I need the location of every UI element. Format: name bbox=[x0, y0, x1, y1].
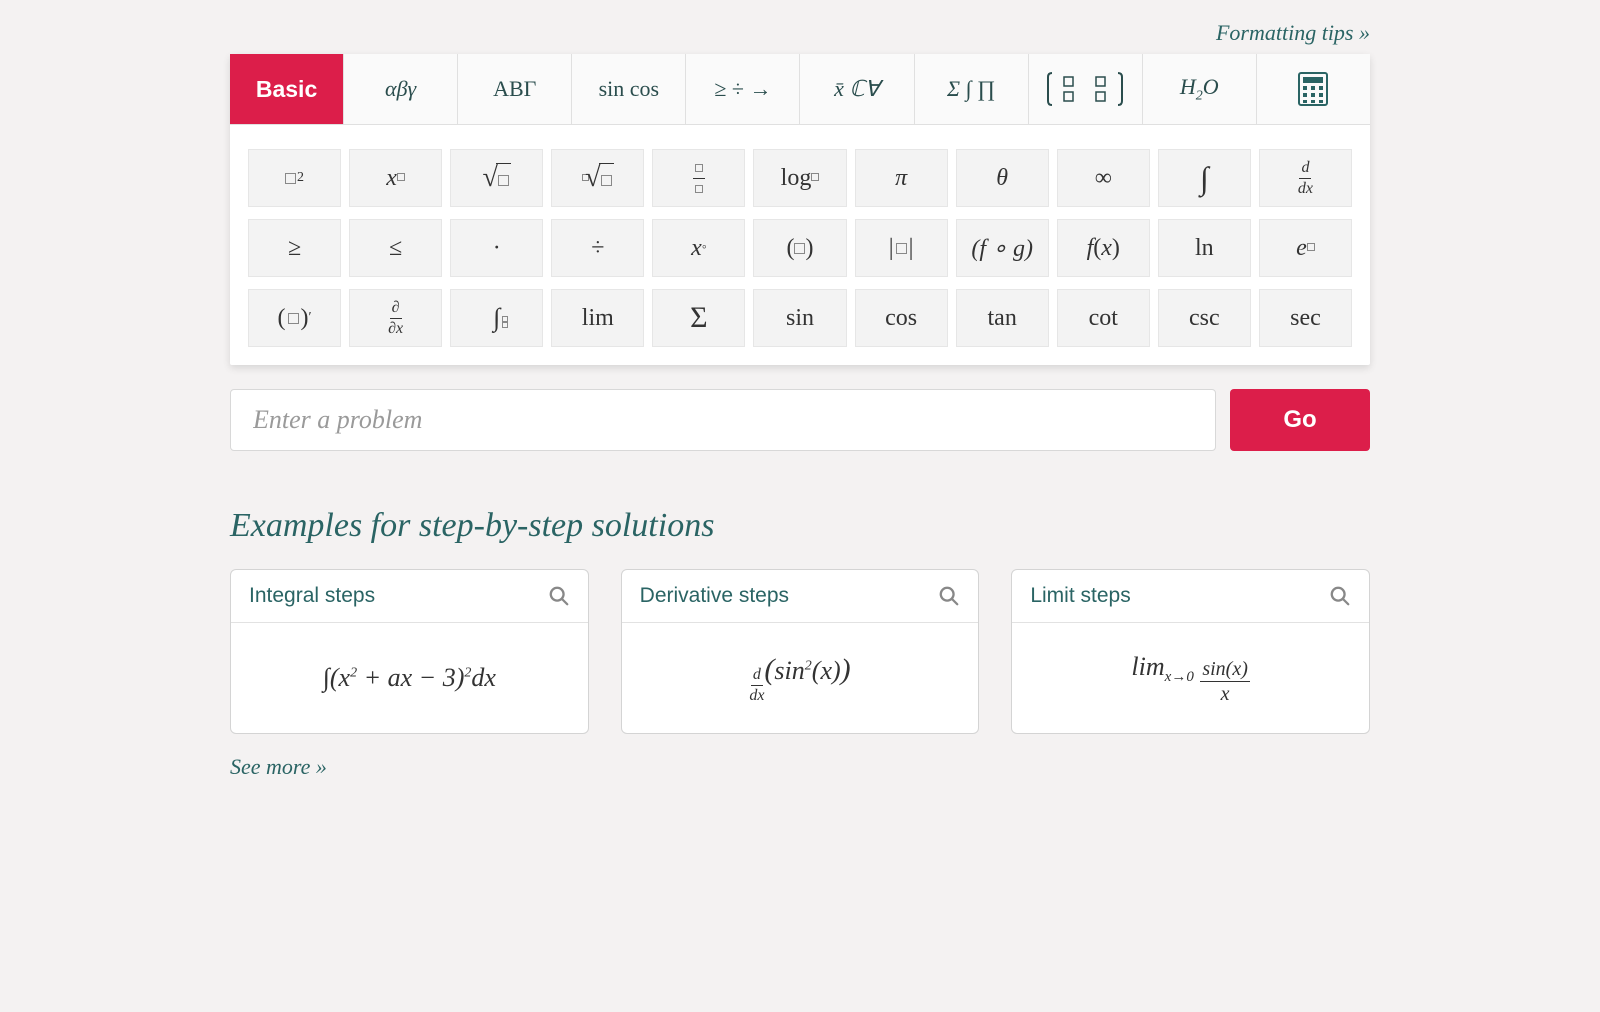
sym-gte[interactable]: ≥ bbox=[248, 219, 341, 277]
sym-sqrt[interactable]: √ bbox=[450, 149, 543, 207]
tab-greek-lower[interactable]: αβγ bbox=[344, 54, 458, 124]
example-integral[interactable]: Integral steps ∫(x2 + ax − 3)2dx bbox=[230, 569, 589, 734]
sym-tan[interactable]: tan bbox=[956, 289, 1049, 347]
tab-sets[interactable]: x̄ ℂ∀ bbox=[800, 54, 914, 124]
sym-lim[interactable]: lim bbox=[551, 289, 644, 347]
sym-exp[interactable]: e bbox=[1259, 219, 1352, 277]
tab-operators[interactable]: ≥ ÷ → bbox=[686, 54, 800, 124]
formatting-tips-link[interactable]: Formatting tips » bbox=[1216, 20, 1370, 45]
sym-nroot[interactable]: √ bbox=[551, 149, 644, 207]
sym-fraction[interactable] bbox=[652, 149, 745, 207]
examples-heading: Examples for step-by-step solutions bbox=[230, 507, 1370, 545]
sym-divide[interactable]: ÷ bbox=[551, 219, 644, 277]
tab-matrix[interactable] bbox=[1029, 54, 1143, 124]
sym-abs[interactable]: || bbox=[855, 219, 948, 277]
go-button[interactable]: Go bbox=[1230, 389, 1370, 451]
sym-fx[interactable]: f(x) bbox=[1057, 219, 1150, 277]
tab-trig[interactable]: sin cos bbox=[572, 54, 686, 124]
example-limit[interactable]: Limit steps limx→0 sin(x)x bbox=[1011, 569, 1370, 734]
example-expression: ddx(sin2(x)) bbox=[622, 623, 979, 733]
matrix-icon bbox=[1046, 69, 1124, 109]
sym-integral[interactable]: ∫ bbox=[1158, 149, 1251, 207]
tab-calculator[interactable] bbox=[1257, 54, 1370, 124]
sym-lte[interactable]: ≤ bbox=[349, 219, 442, 277]
tab-chemistry[interactable]: H2O bbox=[1143, 54, 1257, 124]
sym-sec[interactable]: sec bbox=[1259, 289, 1352, 347]
sym-dot[interactable]: · bbox=[450, 219, 543, 277]
example-expression: limx→0 sin(x)x bbox=[1012, 623, 1369, 733]
sym-degree[interactable]: x◦ bbox=[652, 219, 745, 277]
sym-pi[interactable]: π bbox=[855, 149, 948, 207]
example-expression: ∫(x2 + ax − 3)2dx bbox=[231, 623, 588, 733]
problem-input[interactable] bbox=[230, 389, 1216, 451]
example-title: Integral steps bbox=[249, 584, 375, 608]
search-icon bbox=[1329, 585, 1351, 607]
sym-partial[interactable]: ∂∂x bbox=[349, 289, 442, 347]
symbol-pad: 2 x √ √ log π θ ∞ ∫ ddx ≥ ≤ · ÷ x◦ ( ) |… bbox=[230, 125, 1370, 365]
tab-basic[interactable]: Basic bbox=[230, 54, 344, 124]
sym-parens[interactable]: ( ) bbox=[753, 219, 846, 277]
search-icon bbox=[548, 585, 570, 607]
tab-greek-upper[interactable]: ΑΒΓ bbox=[458, 54, 572, 124]
sym-power[interactable]: x bbox=[349, 149, 442, 207]
search-icon bbox=[938, 585, 960, 607]
sym-square[interactable]: 2 bbox=[248, 149, 341, 207]
sym-cot[interactable]: cot bbox=[1057, 289, 1150, 347]
sym-infinity[interactable]: ∞ bbox=[1057, 149, 1150, 207]
tab-sums[interactable]: Σ ∫ ∏ bbox=[915, 54, 1029, 124]
sym-ln[interactable]: ln bbox=[1158, 219, 1251, 277]
sym-csc[interactable]: csc bbox=[1158, 289, 1251, 347]
see-more-link[interactable]: See more » bbox=[230, 754, 327, 779]
sym-theta[interactable]: θ bbox=[956, 149, 1049, 207]
example-title: Derivative steps bbox=[640, 584, 789, 608]
example-title: Limit steps bbox=[1030, 584, 1130, 608]
sym-sum[interactable]: Σ bbox=[652, 289, 745, 347]
calculator-icon bbox=[1298, 72, 1328, 106]
sym-cos[interactable]: cos bbox=[855, 289, 948, 347]
example-derivative[interactable]: Derivative steps ddx(sin2(x)) bbox=[621, 569, 980, 734]
toolbar-tabs: Basic αβγ ΑΒΓ sin cos ≥ ÷ → x̄ ℂ∀ Σ ∫ ∏ … bbox=[230, 54, 1370, 125]
sym-compose[interactable]: (f ∘ g) bbox=[956, 219, 1049, 277]
sym-log[interactable]: log bbox=[753, 149, 846, 207]
sym-derivative[interactable]: ()′ bbox=[248, 289, 341, 347]
sym-defintegral[interactable]: ∫ bbox=[450, 289, 543, 347]
math-toolbar: Basic αβγ ΑΒΓ sin cos ≥ ÷ → x̄ ℂ∀ Σ ∫ ∏ … bbox=[230, 54, 1370, 365]
sym-sin[interactable]: sin bbox=[753, 289, 846, 347]
sym-ddx[interactable]: ddx bbox=[1259, 149, 1352, 207]
